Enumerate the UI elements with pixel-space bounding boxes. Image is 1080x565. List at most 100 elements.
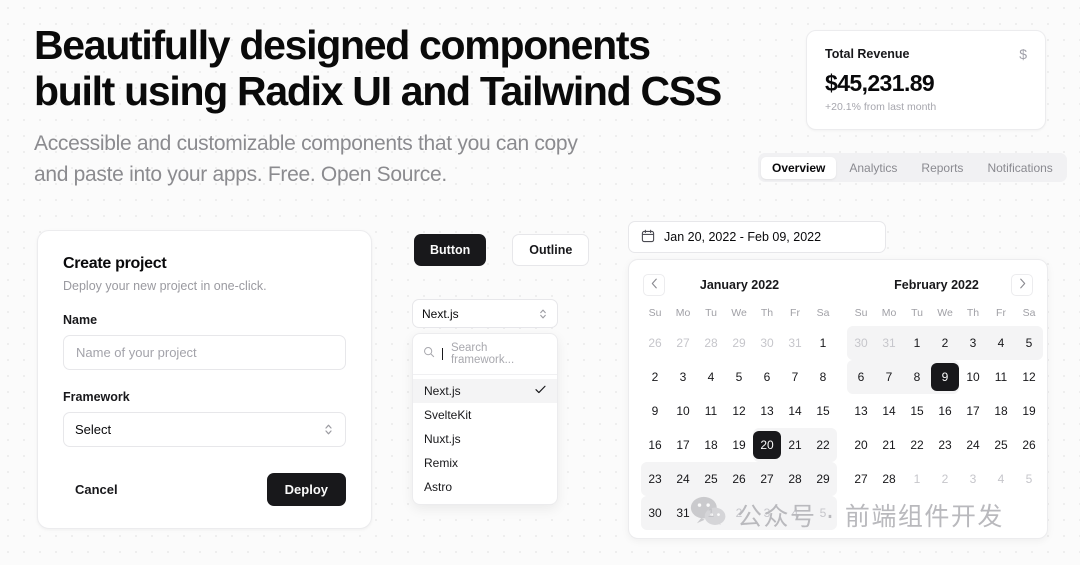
calendar-day[interactable]: 4 [781, 496, 809, 530]
calendar-day-selected[interactable]: 20 [753, 428, 781, 462]
calendar-day[interactable]: 22 [903, 428, 931, 462]
calendar-day[interactable]: 31 [669, 496, 697, 530]
calendar-day[interactable]: 26 [1015, 428, 1043, 462]
calendar-day[interactable]: 10 [669, 394, 697, 428]
tab-notifications[interactable]: Notifications [976, 157, 1063, 179]
calendar-day[interactable]: 19 [1015, 394, 1043, 428]
calendar-day[interactable]: 10 [959, 360, 987, 394]
calendar-day[interactable]: 8 [809, 360, 837, 394]
calendar-day[interactable]: 16 [931, 394, 959, 428]
combobox-option-label: SvelteKit [424, 408, 472, 422]
calendar-day[interactable]: 1 [697, 496, 725, 530]
calendar-day[interactable]: 18 [697, 428, 725, 462]
calendar-day[interactable]: 13 [847, 394, 875, 428]
calendar-day[interactable]: 26 [641, 326, 669, 360]
combobox-trigger[interactable]: Next.js [412, 299, 558, 328]
combobox-option-nuxtjs[interactable]: Nuxt.js [413, 427, 557, 451]
calendar-day[interactable]: 14 [781, 394, 809, 428]
calendar-day-selected[interactable]: 9 [931, 360, 959, 394]
calendar-day[interactable]: 27 [669, 326, 697, 360]
calendar-day[interactable]: 17 [959, 394, 987, 428]
calendar-day[interactable]: 2 [931, 326, 959, 360]
calendar-day[interactable]: 24 [669, 462, 697, 496]
calendar-day[interactable]: 30 [753, 326, 781, 360]
calendar-day[interactable]: 1 [903, 462, 931, 496]
primary-button[interactable]: Button [414, 234, 487, 266]
cancel-button[interactable]: Cancel [63, 474, 130, 505]
calendar-day[interactable]: 27 [753, 462, 781, 496]
calendar-day[interactable]: 19 [725, 428, 753, 462]
project-name-input[interactable] [63, 335, 346, 370]
calendar-day[interactable]: 13 [753, 394, 781, 428]
calendar-day[interactable]: 1 [903, 326, 931, 360]
calendar-day[interactable]: 28 [875, 462, 903, 496]
calendar-day[interactable]: 25 [987, 428, 1015, 462]
calendar-day[interactable]: 14 [875, 394, 903, 428]
calendar-day[interactable]: 11 [697, 394, 725, 428]
calendar-day[interactable]: 23 [931, 428, 959, 462]
calendar-day[interactable]: 23 [641, 462, 669, 496]
calendar-day[interactable]: 4 [697, 360, 725, 394]
calendar-day[interactable]: 3 [753, 496, 781, 530]
date-range-trigger[interactable]: Jan 20, 2022 - Feb 09, 2022 [628, 221, 886, 253]
outline-button[interactable]: Outline [512, 234, 590, 266]
calendar-day[interactable]: 29 [725, 326, 753, 360]
calendar-day[interactable]: 3 [959, 326, 987, 360]
calendar-day-number: 3 [969, 336, 977, 350]
deploy-button[interactable]: Deploy [266, 473, 346, 506]
calendar-day[interactable]: 20 [847, 428, 875, 462]
calendar-day[interactable]: 28 [697, 326, 725, 360]
calendar-day[interactable]: 5 [1015, 326, 1043, 360]
calendar-day[interactable]: 7 [875, 360, 903, 394]
calendar-day[interactable]: 2 [931, 462, 959, 496]
calendar-day[interactable]: 12 [725, 394, 753, 428]
calendar-day[interactable]: 25 [697, 462, 725, 496]
calendar-day[interactable]: 15 [903, 394, 931, 428]
calendar-day[interactable]: 17 [669, 428, 697, 462]
calendar-day[interactable]: 22 [809, 428, 837, 462]
combobox-option-sveltekit[interactable]: SvelteKit [413, 403, 557, 427]
tab-overview[interactable]: Overview [761, 156, 837, 179]
calendar-day[interactable]: 9 [641, 394, 669, 428]
calendar-day[interactable]: 6 [847, 360, 875, 394]
calendar-day[interactable]: 24 [959, 428, 987, 462]
calendar-day[interactable]: 3 [669, 360, 697, 394]
revenue-delta-text: +20.1% from last month [825, 101, 937, 113]
calendar-day[interactable]: 21 [875, 428, 903, 462]
calendar-day[interactable]: 11 [987, 360, 1015, 394]
calendar-day[interactable]: 3 [959, 462, 987, 496]
tab-reports[interactable]: Reports [910, 157, 974, 179]
calendar-day[interactable]: 21 [781, 428, 809, 462]
calendar-day[interactable]: 12 [1015, 360, 1043, 394]
combobox-search-row[interactable]: Search framework... [413, 334, 557, 375]
calendar-day[interactable]: 8 [903, 360, 931, 394]
calendar-day[interactable]: 18 [987, 394, 1015, 428]
calendar-day[interactable]: 31 [781, 326, 809, 360]
calendar-day[interactable]: 6 [753, 360, 781, 394]
calendar-day[interactable]: 27 [847, 462, 875, 496]
calendar-day[interactable]: 4 [987, 326, 1015, 360]
next-month-button[interactable] [1011, 274, 1033, 296]
calendar-day[interactable]: 26 [725, 462, 753, 496]
calendar-day[interactable]: 2 [641, 360, 669, 394]
calendar-day[interactable]: 29 [809, 462, 837, 496]
previous-month-button[interactable] [643, 274, 665, 296]
calendar-day[interactable]: 30 [641, 496, 669, 530]
calendar-day[interactable]: 4 [987, 462, 1015, 496]
calendar-day[interactable]: 5 [725, 360, 753, 394]
calendar-day[interactable]: 28 [781, 462, 809, 496]
framework-select[interactable]: Select [63, 412, 346, 447]
calendar-day[interactable]: 7 [781, 360, 809, 394]
calendar-day[interactable]: 15 [809, 394, 837, 428]
combobox-option-astro[interactable]: Astro [413, 475, 557, 499]
calendar-day[interactable]: 1 [809, 326, 837, 360]
combobox-option-remix[interactable]: Remix [413, 451, 557, 475]
calendar-day[interactable]: 5 [809, 496, 837, 530]
calendar-day[interactable]: 30 [847, 326, 875, 360]
calendar-day[interactable]: 2 [725, 496, 753, 530]
calendar-day[interactable]: 16 [641, 428, 669, 462]
calendar-day[interactable]: 31 [875, 326, 903, 360]
tab-analytics[interactable]: Analytics [838, 157, 908, 179]
combobox-option-nextjs[interactable]: Next.js [413, 379, 557, 403]
calendar-day[interactable]: 5 [1015, 462, 1043, 496]
